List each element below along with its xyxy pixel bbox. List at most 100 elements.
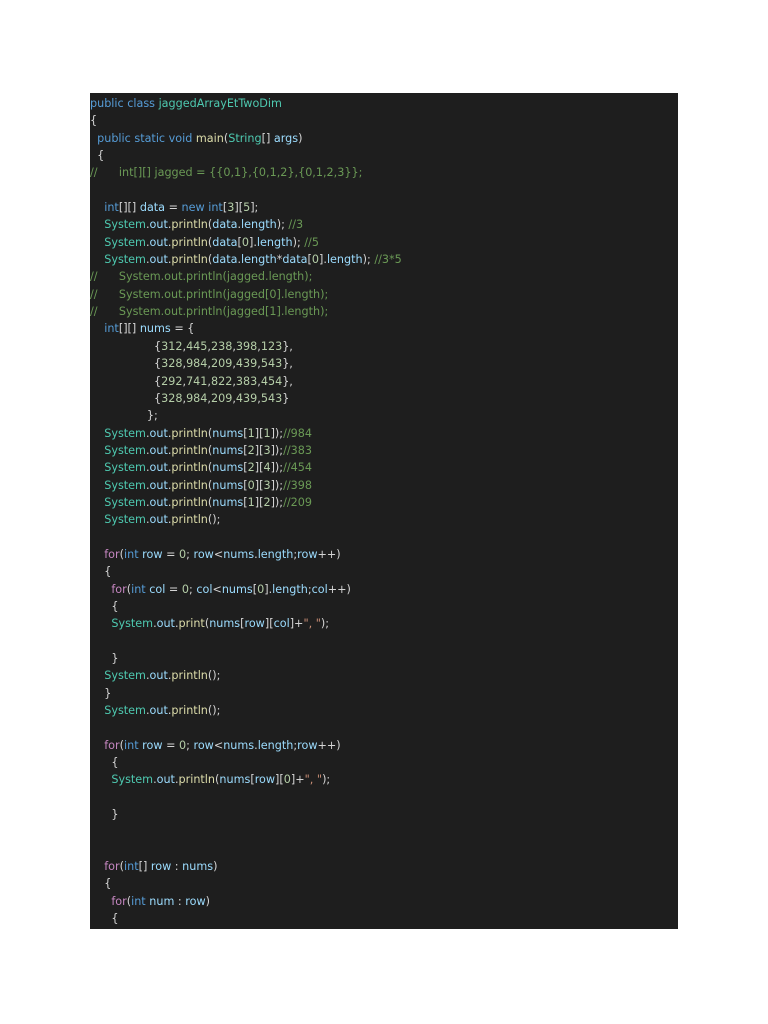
code-token: System xyxy=(104,495,146,509)
code-token: ]+ xyxy=(289,617,304,631)
code-token: // System.out.println(jagged.length); xyxy=(90,270,313,284)
code-token: 822 xyxy=(210,374,233,388)
code-token: out xyxy=(149,443,168,457)
code-line: { xyxy=(90,754,678,771)
code-token: //5 xyxy=(304,235,319,249)
code-line: for(int num : row) xyxy=(90,893,678,910)
code-token: (); xyxy=(207,669,221,683)
code-token: println xyxy=(171,669,208,683)
code-token: out xyxy=(149,495,168,509)
code-token: col xyxy=(196,582,213,596)
code-token: ][ xyxy=(275,773,284,787)
code-token: println xyxy=(171,495,208,509)
code-token: = xyxy=(162,738,180,752)
code-line: { xyxy=(90,147,678,164)
code-token: println xyxy=(171,461,208,475)
code-token: System xyxy=(104,478,146,492)
code-token: out xyxy=(156,617,175,631)
code-line: System.out.println(data[0].length); //5 xyxy=(90,234,678,251)
code-line: System.out.println(nums[2][3]);//383 xyxy=(90,442,678,459)
code-token: data xyxy=(212,218,238,232)
code-token: { xyxy=(90,599,119,613)
code-token: new xyxy=(181,201,205,215)
code-token: System xyxy=(104,235,146,249)
code-token: //398 xyxy=(283,478,312,492)
code-token: ]); xyxy=(270,443,284,457)
code-line: System.out.println(); xyxy=(90,702,678,719)
code-token: int xyxy=(124,860,139,874)
code-token: println xyxy=(171,478,208,492)
code-token: data xyxy=(212,253,238,267)
code-token: String xyxy=(228,131,262,145)
code-token: out xyxy=(149,478,168,492)
code-token: ]); xyxy=(270,495,284,509)
code-token: nums xyxy=(221,582,253,596)
code-token: ]); xyxy=(270,426,284,440)
code-line: for(int row = 0; row<nums.length;row++) xyxy=(90,737,678,754)
code-token: { xyxy=(90,565,112,579)
code-token: ", " xyxy=(304,773,323,787)
code-token: 4 xyxy=(263,461,271,475)
code-token: }; xyxy=(90,409,158,423)
code-token: ]); xyxy=(270,478,284,492)
code-token: 439 xyxy=(235,391,258,405)
code-token: nums xyxy=(223,547,255,561)
code-token: nums xyxy=(223,738,255,752)
code-token: nums xyxy=(139,322,171,336)
code-token: int xyxy=(208,201,223,215)
code-token: { xyxy=(90,339,162,353)
code-token: System xyxy=(104,253,146,267)
code-token: [] xyxy=(261,131,274,145)
code-token: data xyxy=(282,253,308,267)
code-token: } xyxy=(90,686,112,700)
code-token: col xyxy=(311,582,328,596)
code-token: System xyxy=(104,218,146,232)
code-token: System xyxy=(104,704,146,718)
code-token: length xyxy=(257,547,294,561)
code-token: nums xyxy=(209,617,241,631)
code-token: ++) xyxy=(317,547,341,561)
code-token: length xyxy=(326,253,363,267)
code-token: }, xyxy=(282,374,293,388)
code-token: ]); xyxy=(270,461,284,475)
code-token: [][] xyxy=(118,322,140,336)
code-line: } xyxy=(90,806,678,823)
code-token: ", " xyxy=(303,617,321,631)
code-token: out xyxy=(156,773,175,787)
code-line: } xyxy=(90,650,678,667)
code-token: [] xyxy=(138,860,151,874)
code-token: 0 xyxy=(181,582,189,596)
code-token: length xyxy=(272,582,308,596)
code-token: nums xyxy=(212,426,244,440)
code-token: //3 xyxy=(288,218,304,232)
code-token: 439 xyxy=(235,357,258,371)
code-line: {312,445,238,398,123}, xyxy=(90,338,678,355)
code-token: length xyxy=(241,253,277,267)
code-token: 0 xyxy=(311,253,320,267)
code-token: println xyxy=(171,218,208,232)
code-token: void xyxy=(168,131,193,145)
code-token: ]+ xyxy=(290,773,305,787)
code-token: data xyxy=(212,235,238,249)
code-token: { xyxy=(90,877,112,891)
code-token: //984 xyxy=(283,426,312,440)
code-token: row xyxy=(142,738,163,752)
code-token: ]. xyxy=(248,235,257,249)
code-token: for xyxy=(104,547,120,561)
code-token: 3 xyxy=(263,443,271,457)
code-token: int xyxy=(131,582,146,596)
code-token: args xyxy=(273,131,299,145)
code-token: out xyxy=(149,253,168,267)
code-token: println xyxy=(171,704,208,718)
